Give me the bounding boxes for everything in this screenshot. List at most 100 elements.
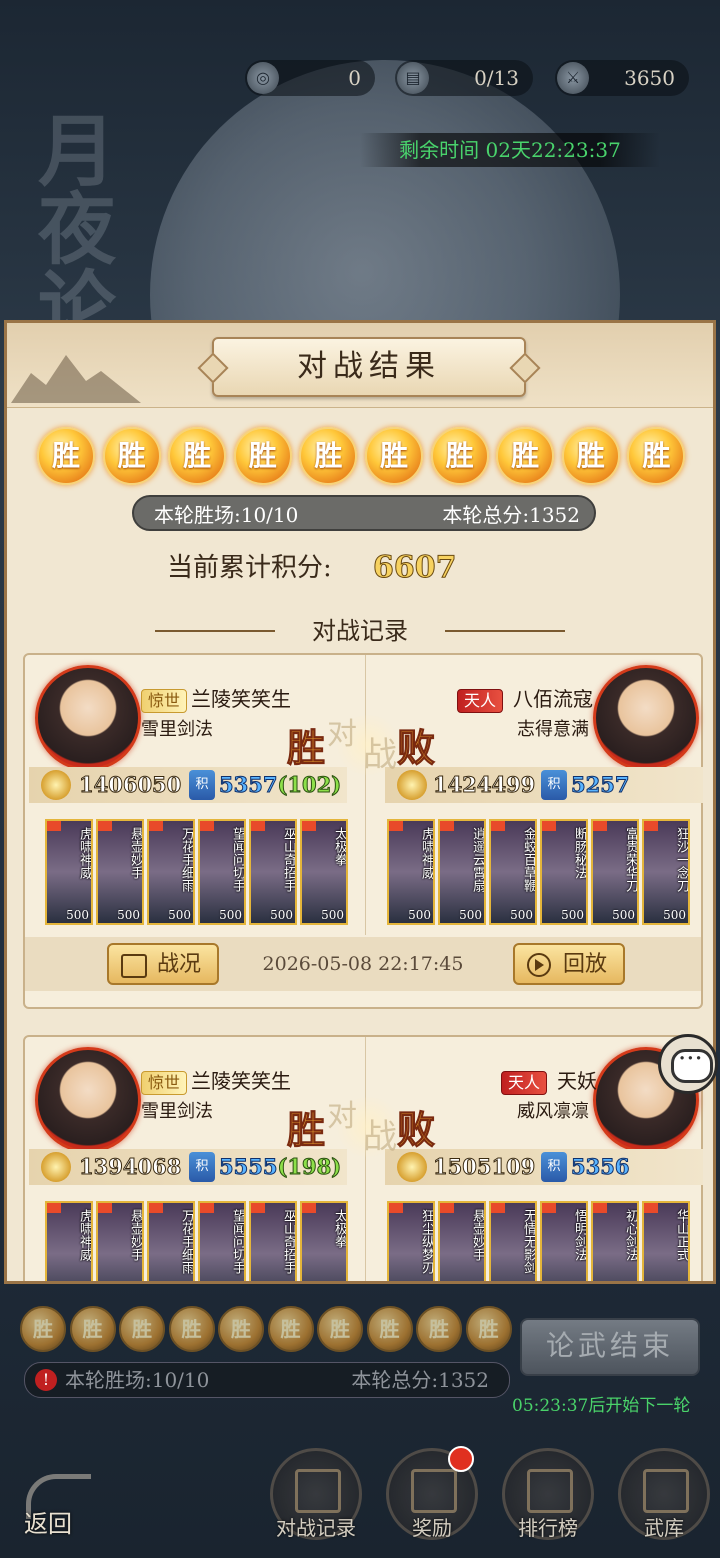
- nav-leaderboard[interactable]: 排行榜: [502, 1448, 594, 1540]
- nav-battle-record[interactable]: 对战记录: [270, 1448, 362, 1540]
- skill-card[interactable]: 望闻问切手500: [198, 1201, 246, 1281]
- battle-footer: 2026-05-08 22:17:45 战况 回放: [25, 937, 701, 991]
- skill-card[interactable]: 太极拳500: [300, 1201, 348, 1281]
- bottom-win-marker: 胜: [416, 1306, 462, 1352]
- skill-card[interactable]: 悬壶妙手500: [96, 1201, 144, 1281]
- skill-card-name: 逍遥云霄扇: [470, 827, 485, 892]
- skill-card[interactable]: 虎啸神威500: [45, 1201, 93, 1281]
- skill-card[interactable]: 无情无影剑500: [489, 1201, 537, 1281]
- skill-card-name: 太极拳: [332, 827, 347, 866]
- power-value: 1406050: [78, 772, 182, 798]
- vs-emblem: 胜 对 战 败: [286, 709, 447, 779]
- vs-lose: 败: [396, 1107, 436, 1153]
- mountain-decoration: [11, 355, 141, 403]
- battle-record-1: 惊世 兰陵笑笑生 雪里剑法 1406050 积 5357(102) 虎啸神威 50…: [23, 653, 703, 1009]
- player-name: 兰陵笑笑生: [191, 1069, 291, 1093]
- round-wins: 本轮胜场:10/10: [154, 503, 299, 527]
- skill-card-level: 500: [510, 908, 533, 922]
- skill-card-name: 万花手细雨: [179, 1209, 194, 1274]
- bottom-win-marker: 胜: [366, 1306, 413, 1352]
- skill-card[interactable]: 望闻问切手500: [198, 819, 246, 925]
- remaining-time: 剩余时间 02天22:23:37: [360, 133, 660, 167]
- win-marker: 胜: [365, 427, 423, 485]
- resource-tickets[interactable]: ▤ 0/13: [395, 60, 533, 96]
- skill-card[interactable]: 虎啸神威500: [387, 819, 435, 925]
- round-total: 本轮总分:1352: [442, 503, 580, 527]
- vs-zhan: 战: [363, 735, 397, 775]
- divider-right: [445, 630, 565, 632]
- skill-card-level: 500: [321, 908, 344, 922]
- skill-card-name: 虎啸神威: [77, 827, 92, 879]
- skill-card[interactable]: 万花手细雨500: [147, 1201, 195, 1281]
- chat-button[interactable]: [658, 1034, 718, 1094]
- skill-card[interactable]: 狂沙一念刀 500: [642, 819, 690, 925]
- skill-card[interactable]: 悬壶妙手500: [96, 819, 144, 925]
- power-value: 1424499: [432, 772, 536, 798]
- skill-card-name: 望闻问切手: [230, 827, 245, 892]
- report-button[interactable]: 战况: [107, 943, 219, 985]
- skill-card-level: 500: [168, 908, 191, 922]
- win-marker: 胜: [430, 427, 489, 485]
- crossed-swords-icon: [295, 1469, 341, 1513]
- section-battle-record: 对战记录: [7, 611, 713, 651]
- skill-card-name: 悬壶妙手: [470, 1209, 485, 1261]
- score-value: 5257: [570, 772, 630, 798]
- vs-dui: 对: [327, 717, 357, 752]
- bottom-round-summary: ! 本轮胜场:10/10 本轮总分:1352: [24, 1362, 510, 1398]
- skill-card-level: 500: [270, 908, 293, 922]
- skill-card[interactable]: 金蛟百草鞭 500: [489, 819, 537, 925]
- power-value: 1505109: [432, 1154, 536, 1180]
- chest-icon: [411, 1469, 457, 1513]
- skill-card-name: 富贵荣华刀: [623, 827, 638, 892]
- panel-header: 对战结果: [7, 323, 713, 408]
- resource-points[interactable]: ⚔ 3650: [555, 60, 689, 96]
- skill-card[interactable]: 初心剑法500: [591, 1201, 639, 1281]
- skill-card[interactable]: 悬壶妙手500: [438, 1201, 486, 1281]
- score-icon: 积: [541, 1152, 567, 1182]
- skill-card[interactable]: 虎啸神威500: [45, 819, 93, 925]
- win-marker: 胜: [627, 427, 686, 485]
- win-marker: 胜: [496, 427, 555, 485]
- avatar[interactable]: [35, 1047, 141, 1153]
- skill-card-name: 狂尘纵梦刃: [419, 1209, 434, 1274]
- nav-armory[interactable]: 武库: [618, 1448, 710, 1540]
- skill-card-name: 悬壶妙手: [128, 1209, 143, 1261]
- skill-card[interactable]: 狂尘纵梦刃500: [387, 1201, 435, 1281]
- skill-card[interactable]: 太极拳 500: [300, 819, 348, 925]
- score-icon: 积: [189, 1152, 215, 1182]
- sword-icon: ⚔: [557, 62, 589, 94]
- avatar[interactable]: [593, 665, 699, 771]
- bottom-win-marker: 胜: [465, 1306, 512, 1352]
- skill-card[interactable]: 富贵荣华刀 500: [591, 819, 639, 925]
- vs-zhan: 战: [363, 1117, 397, 1157]
- skill-card-name: 巫山奇招手: [281, 827, 296, 892]
- power-value: 1394068: [78, 1154, 182, 1180]
- skill-card[interactable]: 逍遥云霄扇 500: [438, 819, 486, 925]
- resource-coin[interactable]: ◎ 0: [245, 60, 375, 96]
- next-round-timer: 05:23:37后开始下一轮: [512, 1396, 691, 1416]
- win-marker: 胜: [233, 427, 292, 485]
- skill-card[interactable]: 断肠秘法 500: [540, 819, 588, 925]
- skill-card-level: 500: [612, 908, 635, 922]
- skill-card[interactable]: 巫山奇招手500: [249, 1201, 297, 1281]
- player-name: 天妖: [557, 1069, 597, 1093]
- skill-card[interactable]: 华山正式500: [642, 1201, 690, 1281]
- end-tournament-button[interactable]: 论武结束: [520, 1318, 700, 1376]
- win-marker: 胜: [102, 427, 161, 485]
- avatar[interactable]: [35, 665, 141, 771]
- vs-emblem: 胜 对 战 败: [286, 1091, 447, 1161]
- player-skill: 志得意满: [517, 719, 589, 740]
- power-icon: [41, 770, 71, 800]
- divider-left: [155, 630, 275, 632]
- skill-card-level: 500: [459, 908, 482, 922]
- power-icon: [41, 1152, 71, 1182]
- player-skill: 雪里剑法: [141, 1101, 213, 1122]
- player-left: 惊世 兰陵笑笑生 雪里剑法 1406050 积 5357(102) 虎啸神威 50…: [25, 655, 365, 945]
- back-button[interactable]: 返回: [18, 1470, 98, 1540]
- battle-record-2: 惊世 兰陵笑笑生 雪里剑法 1394068 积 5555(198) 虎啸神威50…: [23, 1035, 703, 1281]
- skill-card[interactable]: 万花手细雨500: [147, 819, 195, 925]
- skill-card[interactable]: 巫山奇招手 500: [249, 819, 297, 925]
- skill-card[interactable]: 悟明剑法500: [540, 1201, 588, 1281]
- replay-button[interactable]: 回放: [513, 943, 625, 985]
- play-icon: [527, 953, 551, 977]
